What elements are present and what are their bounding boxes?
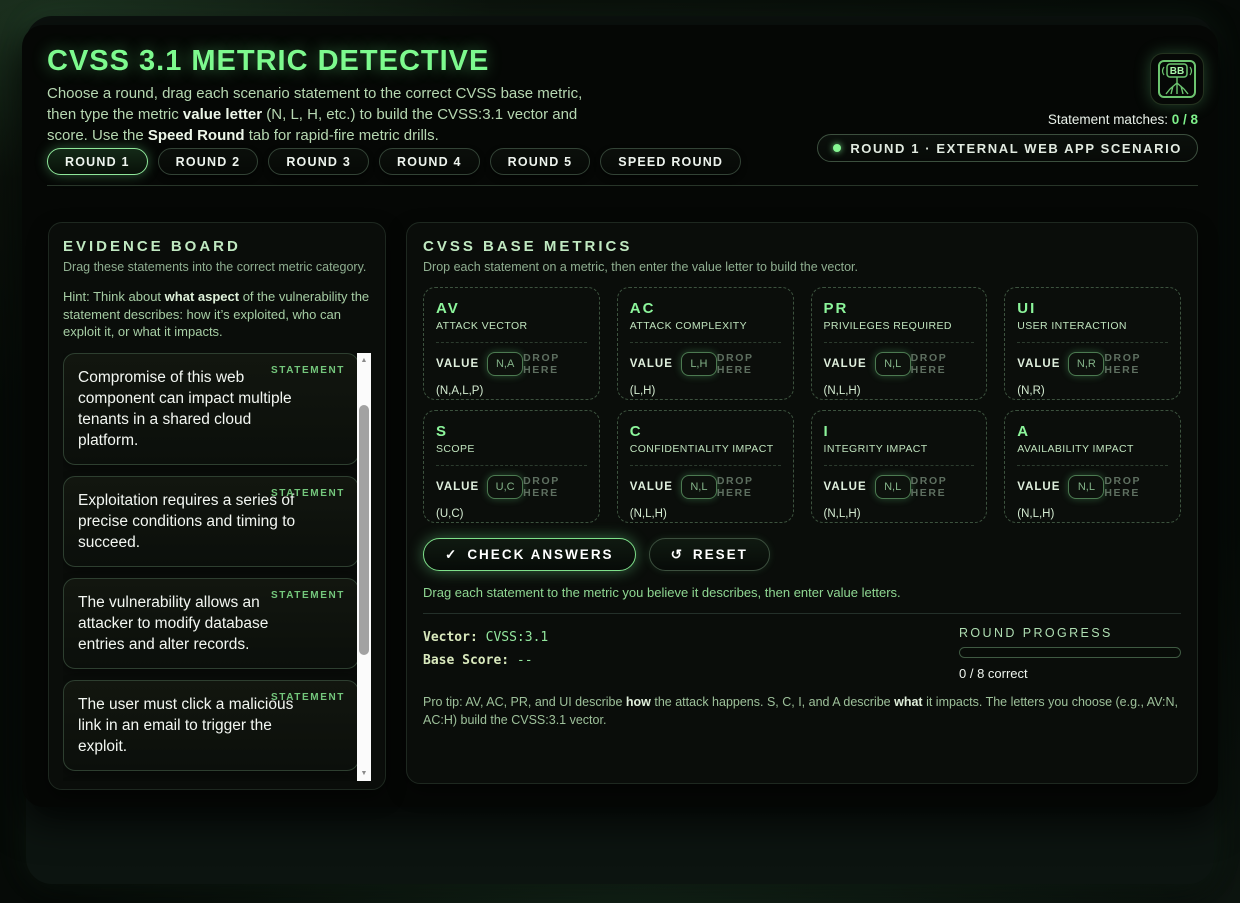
bb-tree-logo-icon: BB (1156, 59, 1198, 99)
metric-card-ac[interactable]: AC ATTACK COMPLEXITY VALUE DROP HERE (L,… (617, 287, 794, 400)
metric-options: (L,H) (630, 385, 781, 397)
header-divider (47, 185, 1198, 186)
page-description: Choose a round, drag each scenario state… (47, 83, 595, 146)
reset-icon: ↺ (671, 547, 684, 563)
base-score-value: -- (517, 653, 533, 668)
metric-divider (436, 465, 587, 466)
check-answers-button[interactable]: ✓ CHECK ANSWERS (423, 538, 636, 571)
metric-card-a[interactable]: A AVAILABILITY IMPACT VALUE DROP HERE (N… (1004, 410, 1181, 523)
svg-text:BB: BB (1170, 66, 1184, 77)
tab-round-5[interactable]: ROUND 5 (490, 148, 591, 175)
metric-options: (N,R) (1017, 385, 1168, 397)
metric-divider (436, 342, 587, 343)
scrollbar-up-arrow-icon[interactable]: ▲ (357, 353, 371, 368)
metric-divider (824, 465, 975, 466)
drop-zone-label: DROP HERE (523, 475, 587, 499)
metric-options: (N,A,L,P) (436, 385, 587, 397)
metric-divider (630, 465, 781, 466)
tab-speed-round[interactable]: SPEED ROUND (600, 148, 741, 175)
metrics-panel-subtitle: Drop each statement on a metric, then en… (423, 260, 1181, 274)
reset-button[interactable]: ↺ RESET (649, 538, 770, 571)
tab-round-3[interactable]: ROUND 3 (268, 148, 369, 175)
round-progress-bar (959, 647, 1181, 658)
scrollbar-thumb[interactable] (359, 405, 369, 655)
metric-options: (N,L,H) (630, 508, 781, 520)
metric-grid: AV ATTACK VECTOR VALUE DROP HERE (N,A,L,… (423, 287, 1181, 523)
metric-card-c[interactable]: C CONFIDENTIALITY IMPACT VALUE DROP HERE… (617, 410, 794, 523)
metric-divider (824, 342, 975, 343)
metric-card-i[interactable]: I INTEGRITY IMPACT VALUE DROP HERE (N,L,… (811, 410, 988, 523)
round-tabs: ROUND 1 ROUND 2 ROUND 3 ROUND 4 ROUND 5 … (47, 148, 741, 175)
pro-tip: Pro tip: AV, AC, PR, and UI describe how… (423, 694, 1181, 729)
tab-round-4[interactable]: ROUND 4 (379, 148, 480, 175)
round-progress-text: 0 / 8 correct (959, 666, 1181, 681)
round-progress: ROUND PROGRESS 0 / 8 correct (959, 626, 1181, 681)
evidence-board-subtitle: Drag these statements into the correct m… (63, 260, 371, 274)
check-icon: ✓ (445, 547, 458, 563)
metric-card-s[interactable]: S SCOPE VALUE DROP HERE (U,C) (423, 410, 600, 523)
drop-zone-label: DROP HERE (1104, 475, 1168, 499)
metric-card-av[interactable]: AV ATTACK VECTOR VALUE DROP HERE (N,A,L,… (423, 287, 600, 400)
metric-value-input-ui[interactable] (1068, 352, 1104, 376)
statement-card[interactable]: Exploitation requires a series of precis… (63, 476, 359, 567)
drop-zone-label: DROP HERE (717, 475, 781, 499)
status-dot-icon (833, 144, 841, 152)
statement-scrollbar[interactable]: ▲ ▼ (357, 353, 371, 781)
metric-options: (U,C) (436, 508, 587, 520)
metric-value-input-c[interactable] (681, 475, 717, 499)
evidence-hint: Hint: Think about what aspect of the vul… (63, 288, 371, 341)
metric-divider (1017, 342, 1168, 343)
drop-zone-label: DROP HERE (911, 352, 975, 376)
statement-matches-count: 0 / 8 (1172, 112, 1198, 127)
statement-matches: Statement matches: 0 / 8 (1048, 112, 1198, 127)
statement-list: Compromise of this web component can imp… (63, 353, 371, 781)
drag-instruction: Drag each statement to the metric you be… (423, 585, 1181, 600)
metric-value-input-ac[interactable] (681, 352, 717, 376)
metric-divider (630, 342, 781, 343)
vector-readout: Vector: CVSS:3.1 Base Score: -- (423, 626, 548, 681)
metric-options: (N,L,H) (1017, 508, 1168, 520)
drop-zone-label: DROP HERE (1104, 352, 1168, 376)
statement-card[interactable]: The user must click a malicious link in … (63, 680, 359, 771)
metric-card-pr[interactable]: PR PRIVILEGES REQUIRED VALUE DROP HERE (… (811, 287, 988, 400)
metric-options: (N,L,H) (824, 385, 975, 397)
scrollbar-down-arrow-icon[interactable]: ▼ (357, 766, 371, 781)
metric-value-input-a[interactable] (1068, 475, 1104, 499)
vector-value: CVSS:3.1 (486, 630, 549, 645)
metric-options: (N,L,H) (824, 508, 975, 520)
evidence-board-title: EVIDENCE BOARD (63, 238, 371, 255)
statement-card[interactable]: Compromise of this web component can imp… (63, 353, 359, 465)
app-logo: BB (1150, 53, 1204, 105)
tab-round-2[interactable]: ROUND 2 (158, 148, 259, 175)
metric-value-input-av[interactable] (487, 352, 523, 376)
cvss-metrics-panel: CVSS BASE METRICS Drop each statement on… (406, 222, 1198, 784)
metric-value-input-pr[interactable] (875, 352, 911, 376)
statement-tag: STATEMENT (271, 488, 345, 499)
evidence-board-panel: EVIDENCE BOARD Drag these statements int… (48, 222, 386, 790)
main-card: CVSS 3.1 METRIC DETECTIVE Choose a round… (22, 25, 1218, 807)
statement-card[interactable]: The vulnerability allows an attacker to … (63, 578, 359, 669)
drop-zone-label: DROP HERE (523, 352, 587, 376)
metric-card-ui[interactable]: UI USER INTERACTION VALUE DROP HERE (N,R… (1004, 287, 1181, 400)
round-status-badge: ROUND 1 · EXTERNAL WEB APP SCENARIO (817, 134, 1198, 162)
statement-tag: STATEMENT (271, 590, 345, 601)
metric-value-input-i[interactable] (875, 475, 911, 499)
metric-divider (1017, 465, 1168, 466)
metric-value-input-s[interactable] (487, 475, 523, 499)
drop-zone-label: DROP HERE (717, 352, 781, 376)
drop-zone-label: DROP HERE (911, 475, 975, 499)
page-title: CVSS 3.1 METRIC DETECTIVE (47, 45, 489, 78)
statement-tag: STATEMENT (271, 692, 345, 703)
statement-tag: STATEMENT (271, 365, 345, 376)
round-progress-title: ROUND PROGRESS (959, 626, 1181, 640)
metrics-divider (423, 613, 1181, 614)
metrics-panel-title: CVSS BASE METRICS (423, 238, 1181, 255)
tab-round-1[interactable]: ROUND 1 (47, 148, 148, 175)
